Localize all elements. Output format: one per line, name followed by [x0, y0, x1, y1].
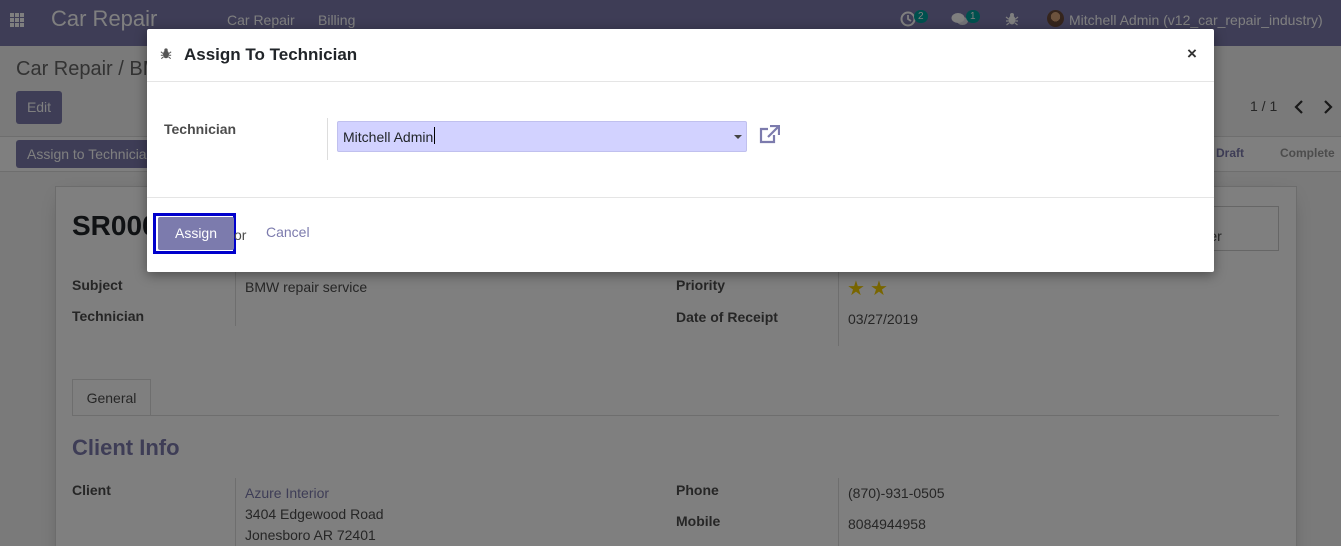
modal-body: Technician Mitchell Admin — [147, 82, 1214, 198]
field-divider — [327, 118, 328, 160]
cancel-button[interactable]: Cancel — [266, 224, 310, 240]
or-text: or — [234, 227, 247, 243]
close-icon[interactable]: × — [1187, 44, 1197, 64]
modal-title: Assign To Technician — [184, 45, 358, 64]
technician-select[interactable]: Mitchell Admin — [337, 121, 747, 152]
chevron-down-icon[interactable] — [734, 135, 742, 139]
modal-footer: Assign or Cancel — [147, 197, 1214, 272]
modal-header: Assign To Technician × — [147, 29, 1214, 82]
external-link-icon[interactable] — [759, 125, 780, 144]
assign-button[interactable]: Assign — [158, 217, 234, 250]
technician-field-label: Technician — [164, 121, 237, 137]
assign-technician-dialog: Assign To Technician × Technician Mitche… — [147, 29, 1214, 272]
bug-icon — [160, 48, 172, 60]
technician-select-value[interactable]: Mitchell Admin — [343, 127, 436, 145]
